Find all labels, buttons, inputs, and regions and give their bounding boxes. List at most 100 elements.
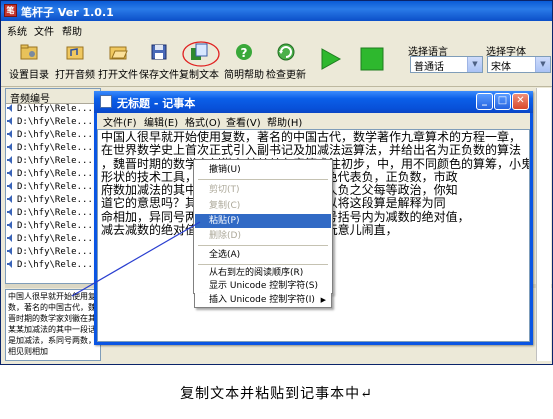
file-path: D:\hfy\Rele...: [17, 221, 93, 231]
open-audio-icon: [66, 46, 84, 60]
app-title: 笔杆子 Ver 1.0.1: [21, 6, 114, 19]
speaker-icon: [7, 130, 12, 138]
file-list-header[interactable]: 音频编号: [6, 89, 100, 105]
file-path: D:\hfy\Rele...: [17, 169, 93, 179]
speaker-icon: [7, 182, 12, 190]
speaker-icon: [7, 260, 12, 268]
chevron-down-icon: ▼: [467, 57, 482, 72]
menu-file[interactable]: 文件: [34, 23, 54, 38]
ctx-insert-unicode-label: 插入 Unicode 控制字符(I): [209, 295, 315, 305]
list-item[interactable]: D:\hfy\Rele...: [7, 195, 99, 209]
list-item[interactable]: D:\hfy\Rele...: [7, 143, 99, 157]
minimize-button[interactable]: _: [476, 93, 493, 110]
menu-help[interactable]: 帮助: [62, 23, 82, 38]
settings-dir-icon: [20, 44, 38, 60]
svg-text:?: ?: [241, 46, 248, 60]
notepad-title: 无标题 - 记事本: [117, 97, 196, 110]
speaker-icon: [7, 208, 12, 216]
speaker-icon: [7, 221, 12, 229]
file-list: 音频编号 D:\hfy\Rele... D:\hfy\Rele... D:\hfy\…: [5, 88, 101, 284]
stop-icon[interactable]: [360, 47, 384, 71]
ctx-select-all[interactable]: 全选(A): [195, 248, 331, 262]
speaker-icon: [7, 117, 12, 125]
file-path: D:\hfy\Rele...: [17, 143, 93, 153]
np-menu-file[interactable]: 文件(F): [103, 114, 137, 129]
language-value: 普通话: [414, 62, 444, 73]
notepad-icon: [100, 95, 112, 108]
list-item[interactable]: D:\hfy\Rele...: [7, 182, 99, 196]
toolbar: 设置目录 打开音频 打开文件 保存文件 复制文本 ? 简明帮助 检查更新 选择语…: [1, 38, 552, 87]
language-select[interactable]: 普通话 ▼: [410, 56, 483, 73]
ctx-show-unicode[interactable]: 显示 Unicode 控制字符(S): [195, 279, 331, 293]
file-path: D:\hfy\Rele...: [17, 208, 93, 218]
figure-caption: 复制文本并粘贴到记事本中↵: [180, 386, 373, 402]
list-item[interactable]: D:\hfy\Rele...: [7, 247, 99, 261]
list-item[interactable]: D:\hfy\Rele...: [7, 117, 99, 131]
file-path: D:\hfy\Rele...: [17, 130, 93, 140]
chevron-down-icon: ▼: [535, 57, 550, 72]
speaker-icon: [7, 143, 12, 151]
speaker-icon: [7, 156, 12, 164]
update-icon: [277, 43, 295, 61]
column-header-audio-id: 音频编号: [10, 94, 50, 105]
list-item[interactable]: D:\hfy\Rele...: [7, 104, 99, 118]
ctx-copy[interactable]: 复制(C): [195, 199, 331, 213]
ctx-undo[interactable]: 撤销(U): [195, 163, 331, 177]
ctx-separator: [198, 245, 328, 246]
notepad-title-bar[interactable]: 无标题 - 记事本 _ □ ✕: [94, 91, 533, 113]
font-value: 宋体: [491, 62, 511, 73]
list-item[interactable]: D:\hfy\Rele...: [7, 260, 99, 274]
speaker-icon: [7, 247, 12, 255]
context-menu: 撤销(U) 剪切(T) 复制(C) 粘贴(P) 删除(D) 全选(A) 从右到左…: [193, 159, 333, 294]
ctx-cut[interactable]: 剪切(T): [195, 183, 331, 197]
app-title-bar[interactable]: 笔 笔杆子 Ver 1.0.1: [1, 1, 552, 21]
list-item[interactable]: D:\hfy\Rele...: [7, 221, 99, 235]
ctx-paste[interactable]: 粘贴(P): [195, 214, 331, 228]
close-button[interactable]: ✕: [512, 93, 529, 110]
np-menu-help[interactable]: 帮助(H): [267, 114, 302, 129]
check-update-label: 检查更新: [266, 70, 306, 81]
ctx-delete[interactable]: 删除(D): [195, 229, 331, 243]
np-menu-view[interactable]: 查看(V): [226, 114, 261, 129]
save-file-icon: [151, 44, 167, 60]
play-icon[interactable]: [319, 47, 343, 71]
open-file-icon: [109, 46, 128, 60]
ctx-separator: [198, 264, 328, 265]
check-update-button[interactable]: 检查更新: [264, 38, 308, 84]
app-logo-icon: 笔: [4, 4, 17, 17]
np-menu-format[interactable]: 格式(O): [185, 114, 221, 129]
file-path: D:\hfy\Rele...: [17, 182, 93, 192]
menu-system[interactable]: 系统: [7, 23, 27, 38]
ctx-rtl-reading[interactable]: 从右到左的阅读顺序(R): [195, 266, 331, 280]
file-path: D:\hfy\Rele...: [17, 195, 93, 205]
list-item[interactable]: D:\hfy\Rele...: [7, 130, 99, 144]
speaker-icon: [7, 234, 12, 242]
speaker-icon: [7, 195, 12, 203]
right-panel-edge: [536, 88, 551, 361]
chevron-right-icon: ▶: [320, 296, 326, 304]
np-menu-edit[interactable]: 编辑(E): [144, 114, 178, 129]
settings-dir-button[interactable]: 设置目录: [7, 38, 51, 84]
file-path: D:\hfy\Rele...: [17, 104, 93, 114]
file-path: D:\hfy\Rele...: [17, 247, 93, 257]
notepad-menubar: 文件(F) 编辑(E) 格式(O) 查看(V) 帮助(H): [97, 113, 530, 129]
file-path: D:\hfy\Rele...: [17, 260, 93, 270]
app-menubar: 系统 文件 帮助: [1, 21, 552, 39]
file-path: D:\hfy\Rele...: [17, 117, 93, 127]
preview-text: 中国人很早就开始使用复数，著名的中国古代，魏晋时期的数学家刘徽在其某某加减法的其…: [5, 289, 101, 361]
file-path: D:\hfy\Rele...: [17, 156, 93, 166]
speaker-icon: [7, 169, 12, 177]
speaker-icon: [7, 104, 12, 112]
list-item[interactable]: D:\hfy\Rele...: [7, 208, 99, 222]
help-icon: ?: [236, 44, 252, 60]
list-item[interactable]: D:\hfy\Rele...: [7, 169, 99, 183]
maximize-button[interactable]: □: [494, 93, 511, 110]
font-select[interactable]: 宋体 ▼: [487, 56, 551, 73]
list-item[interactable]: D:\hfy\Rele...: [7, 234, 99, 248]
highlight-circle: [182, 41, 220, 67]
list-item[interactable]: D:\hfy\Rele...: [7, 156, 99, 170]
ctx-separator: [198, 179, 328, 180]
text-line: 在世界数学史上首次正式引入副书记及加减法运算法，并给出名为正负数的算法: [101, 143, 522, 158]
file-path: D:\hfy\Rele...: [17, 234, 93, 244]
ctx-insert-unicode[interactable]: 插入 Unicode 控制字符(I) ▶: [194, 293, 332, 308]
